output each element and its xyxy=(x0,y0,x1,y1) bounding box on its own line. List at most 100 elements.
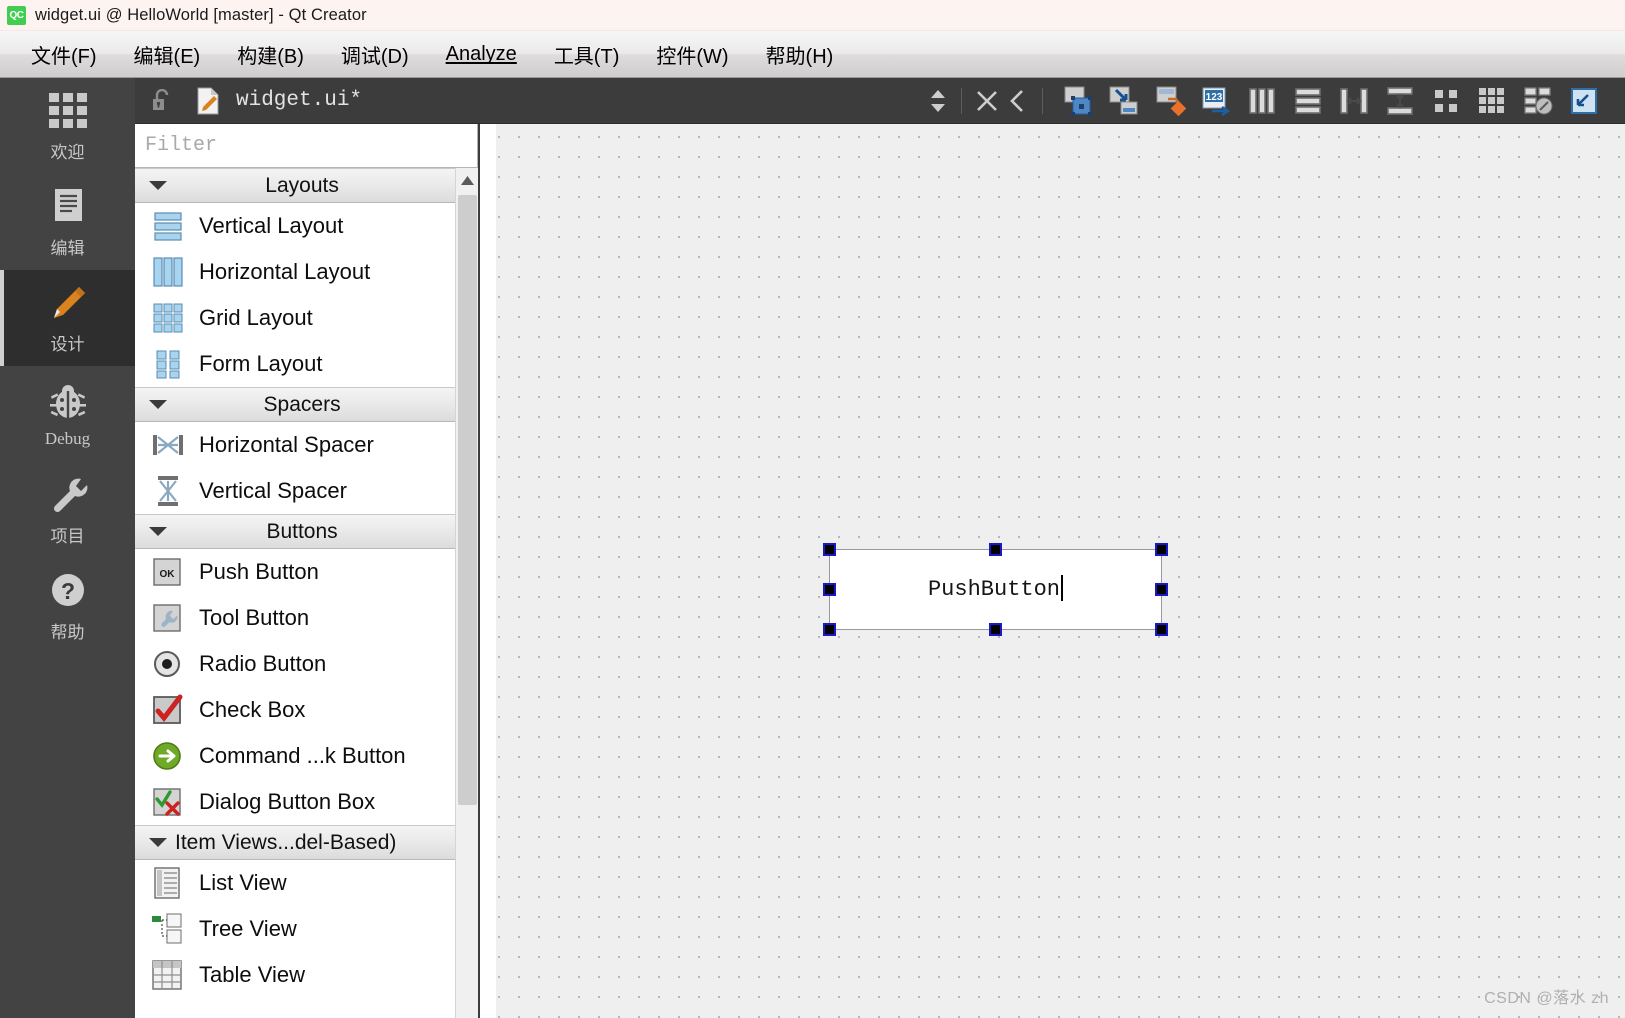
window-title: widget.ui @ HelloWorld [master] - Qt Cre… xyxy=(35,5,367,24)
edit-signals-slots-icon[interactable] xyxy=(1108,85,1140,117)
widget-box-section-layouts[interactable]: Layouts xyxy=(135,168,456,203)
unlocked-padlock-icon[interactable] xyxy=(151,88,173,113)
grid-icon xyxy=(48,93,87,128)
pencil-icon xyxy=(53,287,85,318)
widget-item-form-layout[interactable]: Form Layout xyxy=(135,341,456,387)
resize-handle-top-left[interactable] xyxy=(823,543,836,556)
widget-item-grid-layout[interactable]: Grid Layout xyxy=(135,295,456,341)
search-input[interactable] xyxy=(135,124,477,167)
wrench-icon xyxy=(53,478,87,513)
widget-box-scrollbar[interactable] xyxy=(455,168,478,1018)
break-layout-icon[interactable] xyxy=(1522,85,1554,117)
sidebar-item-edit-label: 编辑 xyxy=(50,239,85,258)
widget-item-check-box[interactable]: Check Box xyxy=(135,687,456,733)
sidebar-item-debug[interactable]: Debug xyxy=(0,366,135,462)
scrollbar-thumb[interactable] xyxy=(458,195,478,805)
designer-tools-group: 123 xyxy=(1006,85,1607,117)
layout-horizontally-icon[interactable] xyxy=(1246,85,1278,117)
list-view-icon xyxy=(154,867,180,899)
dialog-button-box-icon xyxy=(153,788,181,816)
widget-item-label: Dialog Button Box xyxy=(199,789,376,814)
scroll-up-button[interactable] xyxy=(456,168,478,193)
widget-item-list-view[interactable]: List View xyxy=(135,860,456,906)
widget-box-section-item-views[interactable]: Item Views...del-Based) xyxy=(135,825,456,860)
widget-item-table-view[interactable]: Table View xyxy=(135,952,456,998)
close-x-icon[interactable] xyxy=(974,88,1000,114)
form-editor-canvas[interactable]: PushButton CSDN @落水 zh xyxy=(482,124,1625,1018)
section-header-label: Buttons xyxy=(266,519,338,543)
section-header-label: Layouts xyxy=(265,173,339,197)
resize-handle-bottom-right[interactable] xyxy=(1155,623,1168,636)
horizontal-spacer-icon xyxy=(153,435,183,455)
sidebar-item-help[interactable]: ? 帮助 xyxy=(0,558,135,654)
chevron-left-icon[interactable] xyxy=(1006,87,1028,115)
widget-item-radio-button[interactable]: Radio Button xyxy=(135,641,456,687)
qt-creator-window: QC widget.ui @ HelloWorld [master] - Qt … xyxy=(0,0,1625,1018)
sidebar-item-design[interactable]: 设计 xyxy=(0,270,135,366)
layout-form-icon[interactable] xyxy=(1430,85,1462,117)
widget-box-section-buttons[interactable]: Buttons xyxy=(135,514,456,549)
widget-item-label: Horizontal Spacer xyxy=(199,432,374,457)
edit-widgets-icon[interactable] xyxy=(1062,85,1094,117)
widget-box-filter[interactable] xyxy=(135,124,478,168)
push-button-icon: OK xyxy=(153,558,181,586)
edit-tab-order-icon[interactable]: 123 xyxy=(1200,85,1232,117)
question-mark-icon: ? xyxy=(51,574,84,606)
layout-vertically-icon[interactable] xyxy=(1292,85,1324,117)
layout-splitter-horizontal-icon[interactable] xyxy=(1338,85,1370,117)
widget-item-label: Check Box xyxy=(199,697,306,722)
sidebar-item-debug-label: Debug xyxy=(44,428,91,448)
grid-layout-icon xyxy=(153,303,183,333)
resize-handle-top-right[interactable] xyxy=(1155,543,1168,556)
widget-item-push-button[interactable]: OK Push Button xyxy=(135,549,456,595)
sidebar-item-welcome[interactable]: 欢迎 xyxy=(0,78,135,174)
resize-handle-bottom-left[interactable] xyxy=(823,623,836,636)
menu-edit-label: 编辑(E) xyxy=(133,45,201,68)
table-view-icon xyxy=(152,960,182,990)
widget-item-vertical-spacer[interactable]: Vertical Spacer xyxy=(135,468,456,514)
tool-button-icon xyxy=(153,604,181,632)
mode-selector-sidebar: 欢迎 编辑 设计 Debug 项目 ? 帮助 xyxy=(0,78,135,1018)
sidebar-item-projects[interactable]: 项目 xyxy=(0,462,135,558)
resize-handle-top-center[interactable] xyxy=(989,543,1002,556)
layout-splitter-vertical-icon[interactable] xyxy=(1384,85,1416,117)
sidebar-item-edit[interactable]: 编辑 xyxy=(0,174,135,270)
push-button-text[interactable]: PushButton xyxy=(928,577,1060,602)
menu-debug[interactable]: 调试(D) xyxy=(327,38,423,71)
layout-grid-icon[interactable] xyxy=(1476,85,1508,117)
resize-handle-bottom-center[interactable] xyxy=(989,623,1002,636)
widget-item-horizontal-layout[interactable]: Horizontal Layout xyxy=(135,249,456,295)
widget-box-panel: Layouts Vertical Layout xyxy=(135,124,480,1018)
selected-push-button-widget[interactable]: PushButton xyxy=(829,549,1162,630)
widget-item-tree-view[interactable]: Tree View xyxy=(135,906,456,952)
menu-tools[interactable]: 工具(T) xyxy=(540,38,634,71)
menu-debug-label: 调试(D) xyxy=(340,45,409,68)
resize-handle-middle-right[interactable] xyxy=(1155,583,1168,596)
menu-edit[interactable]: 编辑(E) xyxy=(120,38,215,71)
qt-creator-logo-icon: QC xyxy=(7,5,26,25)
widget-item-vertical-layout[interactable]: Vertical Layout xyxy=(135,203,456,249)
widget-item-label: Push Button xyxy=(199,559,319,584)
widget-box-section-spacers[interactable]: Spacers xyxy=(135,387,456,422)
menu-analyze[interactable]: Analyze xyxy=(432,41,531,68)
adjust-size-icon[interactable] xyxy=(1568,85,1600,117)
editor-toolbar: widget.ui* 123 xyxy=(135,78,1625,124)
menu-bar: 文件(F) 编辑(E) 构建(B) 调试(D) Analyze 工具(T) 控件… xyxy=(0,31,1625,78)
menu-file[interactable]: 文件(F) xyxy=(17,38,111,71)
up-down-arrows-icon[interactable] xyxy=(927,86,949,116)
menu-widgets[interactable]: 控件(W) xyxy=(642,38,742,71)
widget-item-dialog-button-box[interactable]: Dialog Button Box xyxy=(135,779,456,825)
toolbar-separator-2 xyxy=(1042,87,1043,114)
menu-build[interactable]: 构建(B) xyxy=(223,38,318,71)
widget-item-horizontal-spacer[interactable]: Horizontal Spacer xyxy=(135,422,456,468)
edit-buddies-icon[interactable] xyxy=(1154,85,1186,117)
ui-file-icon xyxy=(197,87,219,114)
widget-item-tool-button[interactable]: Tool Button xyxy=(135,595,456,641)
vertical-spacer-icon xyxy=(158,476,178,506)
triangle-up-icon xyxy=(460,176,474,185)
resize-handle-middle-left[interactable] xyxy=(823,583,836,596)
widget-item-label: Grid Layout xyxy=(199,305,313,330)
check-box-icon xyxy=(153,694,183,724)
widget-item-command-link-button[interactable]: Command ...k Button xyxy=(135,733,456,779)
menu-help[interactable]: 帮助(H) xyxy=(752,38,848,71)
